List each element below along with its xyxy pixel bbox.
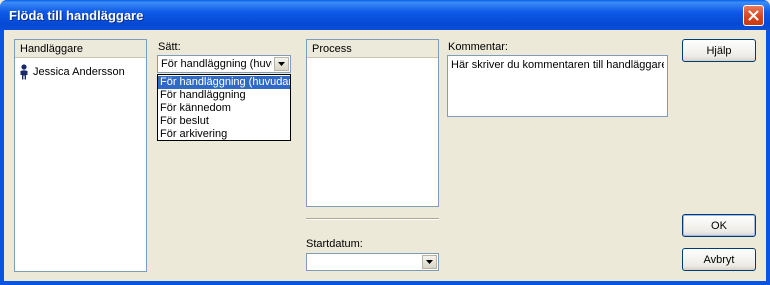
title-bar[interactable]: Flöda till handläggare <box>0 0 770 30</box>
ok-button[interactable]: OK <box>682 214 756 237</box>
window-title: Flöda till handläggare <box>9 8 144 23</box>
process-header-label: Process <box>312 42 352 55</box>
handlaggare-header-label: Handläggare <box>20 42 83 55</box>
satt-option[interactable]: För kännedom <box>158 102 290 115</box>
satt-option[interactable]: För handläggning <box>158 89 290 102</box>
handlaggare-column-header[interactable]: Handläggare <box>15 40 146 58</box>
satt-dropdown-button[interactable] <box>274 57 289 71</box>
cancel-button[interactable]: Avbryt <box>682 248 756 271</box>
handlaggare-list[interactable]: Handläggare Jessica Andersson <box>14 39 147 272</box>
kommentar-text: Här skriver du kommentaren till handlägg… <box>451 59 664 71</box>
kommentar-label: Kommentar: <box>448 41 508 53</box>
process-list[interactable]: Process <box>306 39 439 207</box>
separator <box>306 218 439 220</box>
chevron-down-icon <box>426 260 433 264</box>
chevron-down-icon <box>278 62 285 66</box>
ok-button-label: OK <box>711 219 727 232</box>
satt-dropdown-list[interactable]: För handläggning (huvudan För handläggni… <box>157 74 291 141</box>
dialog-client-area: Handläggare Jessica Andersson Sätt: För … <box>4 30 766 281</box>
satt-select[interactable]: För handläggning (huvu <box>157 55 291 73</box>
startdatum-select[interactable] <box>306 253 439 271</box>
list-item-user[interactable]: Jessica Andersson <box>19 64 125 80</box>
startdatum-dropdown-button[interactable] <box>422 255 437 269</box>
satt-option[interactable]: För handläggning (huvudan <box>158 76 290 89</box>
satt-option[interactable]: För arkivering <box>158 128 290 141</box>
person-icon <box>20 64 28 80</box>
close-button[interactable] <box>743 5 764 26</box>
user-name: Jessica Andersson <box>33 66 125 78</box>
startdatum-label: Startdatum: <box>306 238 363 250</box>
kommentar-textarea[interactable]: Här skriver du kommentaren till handlägg… <box>447 55 668 117</box>
satt-label: Sätt: <box>158 41 181 53</box>
satt-option[interactable]: För beslut <box>158 115 290 128</box>
help-button[interactable]: Hjälp <box>682 39 756 62</box>
process-column-header[interactable]: Process <box>307 40 438 58</box>
dialog-window: Flöda till handläggare Handläggare Jessi… <box>0 0 770 285</box>
satt-selected-value: För handläggning (huvu <box>161 58 272 70</box>
cancel-button-label: Avbryt <box>703 253 735 266</box>
close-icon <box>748 10 759 21</box>
help-button-label: Hjälp <box>706 44 732 57</box>
